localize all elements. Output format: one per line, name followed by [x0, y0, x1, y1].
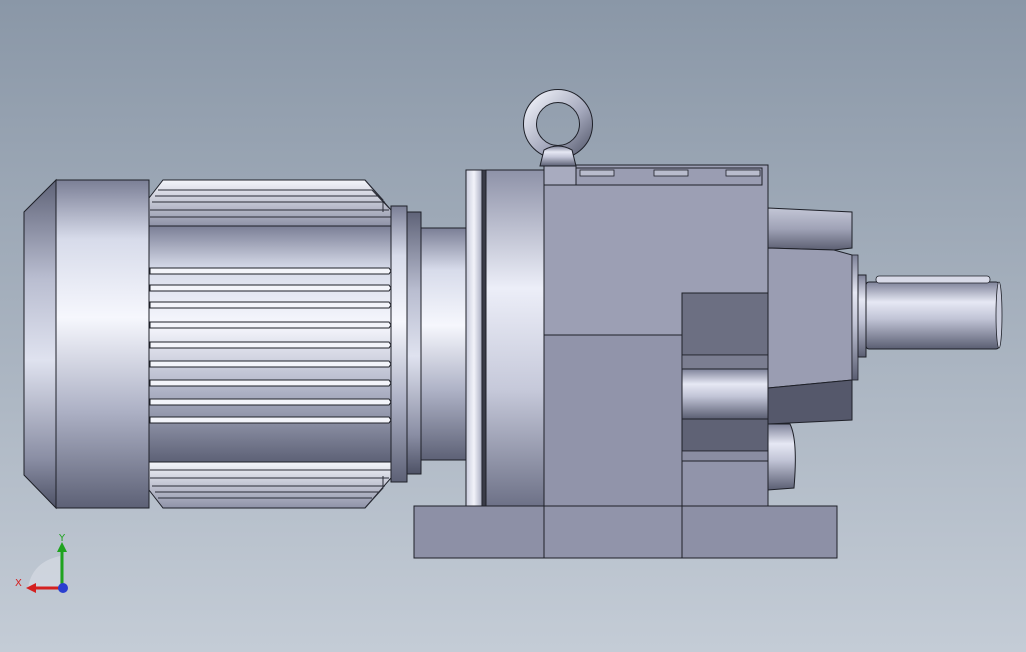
motor-bottom-fins: [148, 461, 392, 509]
motor-top-fins: [148, 179, 392, 227]
cad-viewport[interactable]: Y X: [0, 0, 1026, 652]
motor-stator-housing[interactable]: [148, 179, 392, 509]
gearbox-housing[interactable]: [543, 164, 769, 559]
triad-x-label: X: [15, 578, 22, 589]
triad-z-axis: [58, 583, 68, 593]
gearbox-foot[interactable]: [413, 505, 838, 559]
triad-y-label: Y: [58, 533, 66, 544]
motor-fan-cover[interactable]: [23, 178, 150, 510]
axis-triad: Y X: [15, 533, 68, 593]
output-bearing-housing[interactable]: [767, 207, 859, 491]
gearbox-vents: [579, 169, 761, 177]
lifting-eye-bolt[interactable]: [523, 89, 593, 167]
motor-side-fins: [149, 267, 392, 424]
output-shaft[interactable]: [857, 274, 1003, 358]
motor-end-shield[interactable]: [390, 205, 468, 483]
adapter-flange[interactable]: [465, 169, 545, 509]
triad-plane-shade: [28, 556, 60, 588]
gear-motor-model[interactable]: [0, 0, 1026, 652]
